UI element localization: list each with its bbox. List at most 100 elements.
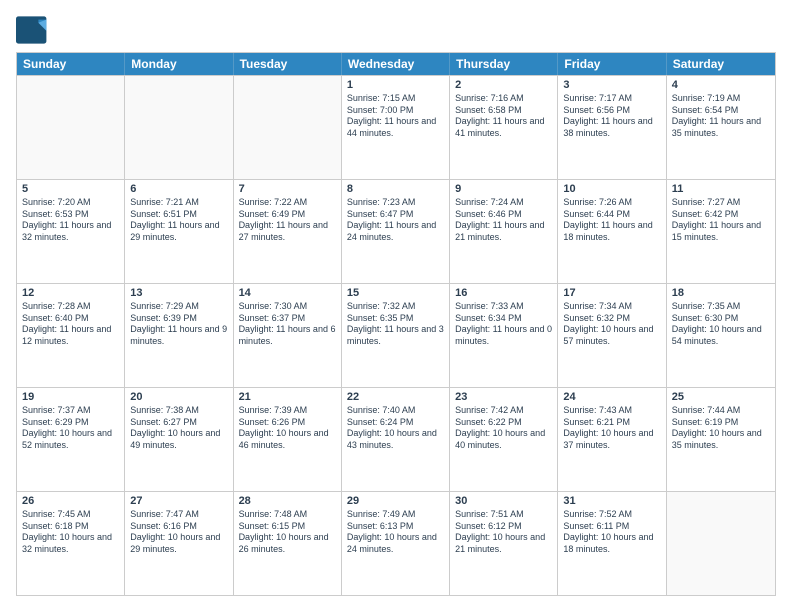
day-info: Sunrise: 7:44 AM Sunset: 6:19 PM Dayligh… bbox=[672, 405, 770, 452]
day-info: Sunrise: 7:26 AM Sunset: 6:44 PM Dayligh… bbox=[563, 197, 660, 244]
day-number: 6 bbox=[130, 183, 227, 195]
day-info: Sunrise: 7:33 AM Sunset: 6:34 PM Dayligh… bbox=[455, 301, 552, 348]
day-info: Sunrise: 7:21 AM Sunset: 6:51 PM Dayligh… bbox=[130, 197, 227, 244]
cal-cell-5-3: 28Sunrise: 7:48 AM Sunset: 6:15 PM Dayli… bbox=[234, 492, 342, 595]
cal-cell-1-5: 2 Sunrise: 7:16 AM Sunset: 6:58 PM Daylig… bbox=[450, 76, 558, 179]
day-number: 5 bbox=[22, 183, 119, 195]
day-number: 12 bbox=[22, 287, 119, 299]
day-number: 11 bbox=[672, 183, 770, 195]
cal-cell-5-2: 27 Sunrise: 7:47 AM Sunset: 6:16 PM Dayli… bbox=[125, 492, 233, 595]
day-info: Sunrise: 7:15 AM Sunset: 7:00 PM Dayligh… bbox=[347, 93, 444, 140]
day-info: Sunrise: 7:48 AM Sunset: 6:15 PM Dayligh… bbox=[239, 509, 336, 556]
day-number: 26 bbox=[22, 495, 119, 507]
day-number: 19 bbox=[22, 391, 119, 403]
header-day-saturday: Saturday bbox=[667, 53, 775, 75]
cal-cell-3-6: 17 Sunrise: 7:34 AM Sunset: 6:32 PM Dayli… bbox=[558, 284, 666, 387]
day-info: Sunrise: 7:43 AM Sunset: 6:21 PM Dayligh… bbox=[563, 405, 660, 452]
day-number: 27 bbox=[130, 495, 227, 507]
cal-cell-2-2: 6 Sunrise: 7:21 AM Sunset: 6:51 PM Daylig… bbox=[125, 180, 233, 283]
cal-cell-3-4: 15 Sunrise: 7:32 AM Sunset: 6:35 PM Dayli… bbox=[342, 284, 450, 387]
day-number: 7 bbox=[239, 183, 336, 195]
day-number: 2 bbox=[455, 79, 552, 91]
cal-cell-1-4: 1Sunrise: 7:15 AM Sunset: 7:00 PM Daylig… bbox=[342, 76, 450, 179]
logo bbox=[16, 16, 52, 44]
cal-cell-2-6: 10 Sunrise: 7:26 AM Sunset: 6:44 PM Dayli… bbox=[558, 180, 666, 283]
day-number: 10 bbox=[563, 183, 660, 195]
day-number: 18 bbox=[672, 287, 770, 299]
day-number: 14 bbox=[239, 287, 336, 299]
day-info: Sunrise: 7:52 AM Sunset: 6:11 PM Dayligh… bbox=[563, 509, 660, 556]
day-info: Sunrise: 7:16 AM Sunset: 6:58 PM Dayligh… bbox=[455, 93, 552, 140]
day-number: 20 bbox=[130, 391, 227, 403]
day-info: Sunrise: 7:30 AM Sunset: 6:37 PM Dayligh… bbox=[239, 301, 336, 348]
header-day-thursday: Thursday bbox=[450, 53, 558, 75]
day-number: 22 bbox=[347, 391, 444, 403]
week-row-3: 12 Sunrise: 7:28 AM Sunset: 6:40 PM Dayli… bbox=[17, 283, 775, 387]
cal-cell-4-4: 22 Sunrise: 7:40 AM Sunset: 6:24 PM Dayli… bbox=[342, 388, 450, 491]
cal-cell-4-3: 21 Sunrise: 7:39 AM Sunset: 6:26 PM Dayli… bbox=[234, 388, 342, 491]
day-number: 30 bbox=[455, 495, 552, 507]
day-info: Sunrise: 7:39 AM Sunset: 6:26 PM Dayligh… bbox=[239, 405, 336, 452]
day-info: Sunrise: 7:35 AM Sunset: 6:30 PM Dayligh… bbox=[672, 301, 770, 348]
day-number: 29 bbox=[347, 495, 444, 507]
cal-cell-4-7: 25 Sunrise: 7:44 AM Sunset: 6:19 PM Dayli… bbox=[667, 388, 775, 491]
day-info: Sunrise: 7:19 AM Sunset: 6:54 PM Dayligh… bbox=[672, 93, 770, 140]
header-day-monday: Monday bbox=[125, 53, 233, 75]
cal-cell-3-5: 16 Sunrise: 7:33 AM Sunset: 6:34 PM Dayli… bbox=[450, 284, 558, 387]
cal-cell-5-6: 31 Sunrise: 7:52 AM Sunset: 6:11 PM Dayli… bbox=[558, 492, 666, 595]
day-number: 9 bbox=[455, 183, 552, 195]
cal-cell-3-2: 13 Sunrise: 7:29 AM Sunset: 6:39 PM Dayli… bbox=[125, 284, 233, 387]
day-info: Sunrise: 7:29 AM Sunset: 6:39 PM Dayligh… bbox=[130, 301, 227, 348]
day-info: Sunrise: 7:23 AM Sunset: 6:47 PM Dayligh… bbox=[347, 197, 444, 244]
day-number: 16 bbox=[455, 287, 552, 299]
cal-cell-3-7: 18 Sunrise: 7:35 AM Sunset: 6:30 PM Dayli… bbox=[667, 284, 775, 387]
day-number: 4 bbox=[672, 79, 770, 91]
cal-cell-2-7: 11 Sunrise: 7:27 AM Sunset: 6:42 PM Dayli… bbox=[667, 180, 775, 283]
cal-cell-1-7: 4 Sunrise: 7:19 AM Sunset: 6:54 PM Daylig… bbox=[667, 76, 775, 179]
header-day-tuesday: Tuesday bbox=[234, 53, 342, 75]
day-number: 21 bbox=[239, 391, 336, 403]
cal-cell-3-3: 14 Sunrise: 7:30 AM Sunset: 6:37 PM Dayli… bbox=[234, 284, 342, 387]
cal-cell-2-4: 8 Sunrise: 7:23 AM Sunset: 6:47 PM Daylig… bbox=[342, 180, 450, 283]
day-number: 23 bbox=[455, 391, 552, 403]
page: SundayMondayTuesdayWednesdayThursdayFrid… bbox=[0, 0, 792, 612]
day-info: Sunrise: 7:27 AM Sunset: 6:42 PM Dayligh… bbox=[672, 197, 770, 244]
day-info: Sunrise: 7:45 AM Sunset: 6:18 PM Dayligh… bbox=[22, 509, 119, 556]
calendar: SundayMondayTuesdayWednesdayThursdayFrid… bbox=[16, 52, 776, 596]
header bbox=[16, 16, 776, 44]
cal-cell-2-3: 7 Sunrise: 7:22 AM Sunset: 6:49 PM Daylig… bbox=[234, 180, 342, 283]
day-info: Sunrise: 7:40 AM Sunset: 6:24 PM Dayligh… bbox=[347, 405, 444, 452]
cal-cell-1-6: 3Sunrise: 7:17 AM Sunset: 6:56 PM Daylig… bbox=[558, 76, 666, 179]
day-number: 31 bbox=[563, 495, 660, 507]
day-info: Sunrise: 7:28 AM Sunset: 6:40 PM Dayligh… bbox=[22, 301, 119, 348]
cal-cell-2-1: 5 Sunrise: 7:20 AM Sunset: 6:53 PM Daylig… bbox=[17, 180, 125, 283]
day-info: Sunrise: 7:37 AM Sunset: 6:29 PM Dayligh… bbox=[22, 405, 119, 452]
day-number: 15 bbox=[347, 287, 444, 299]
cal-cell-2-5: 9Sunrise: 7:24 AM Sunset: 6:46 PM Daylig… bbox=[450, 180, 558, 283]
day-number: 13 bbox=[130, 287, 227, 299]
cal-cell-1-1 bbox=[17, 76, 125, 179]
day-number: 3 bbox=[563, 79, 660, 91]
header-day-wednesday: Wednesday bbox=[342, 53, 450, 75]
day-number: 24 bbox=[563, 391, 660, 403]
day-info: Sunrise: 7:20 AM Sunset: 6:53 PM Dayligh… bbox=[22, 197, 119, 244]
week-row-2: 5 Sunrise: 7:20 AM Sunset: 6:53 PM Daylig… bbox=[17, 179, 775, 283]
cal-cell-5-1: 26 Sunrise: 7:45 AM Sunset: 6:18 PM Dayli… bbox=[17, 492, 125, 595]
week-row-1: 1Sunrise: 7:15 AM Sunset: 7:00 PM Daylig… bbox=[17, 75, 775, 179]
day-info: Sunrise: 7:32 AM Sunset: 6:35 PM Dayligh… bbox=[347, 301, 444, 348]
cal-cell-1-3 bbox=[234, 76, 342, 179]
day-info: Sunrise: 7:51 AM Sunset: 6:12 PM Dayligh… bbox=[455, 509, 552, 556]
day-info: Sunrise: 7:47 AM Sunset: 6:16 PM Dayligh… bbox=[130, 509, 227, 556]
calendar-body: 1Sunrise: 7:15 AM Sunset: 7:00 PM Daylig… bbox=[17, 75, 775, 595]
day-number: 25 bbox=[672, 391, 770, 403]
day-info: Sunrise: 7:34 AM Sunset: 6:32 PM Dayligh… bbox=[563, 301, 660, 348]
header-day-friday: Friday bbox=[558, 53, 666, 75]
cal-cell-5-7 bbox=[667, 492, 775, 595]
day-number: 17 bbox=[563, 287, 660, 299]
cal-cell-5-5: 30 Sunrise: 7:51 AM Sunset: 6:12 PM Dayli… bbox=[450, 492, 558, 595]
day-info: Sunrise: 7:22 AM Sunset: 6:49 PM Dayligh… bbox=[239, 197, 336, 244]
cal-cell-4-1: 19 Sunrise: 7:37 AM Sunset: 6:29 PM Dayli… bbox=[17, 388, 125, 491]
day-info: Sunrise: 7:38 AM Sunset: 6:27 PM Dayligh… bbox=[130, 405, 227, 452]
cal-cell-1-2 bbox=[125, 76, 233, 179]
day-number: 8 bbox=[347, 183, 444, 195]
